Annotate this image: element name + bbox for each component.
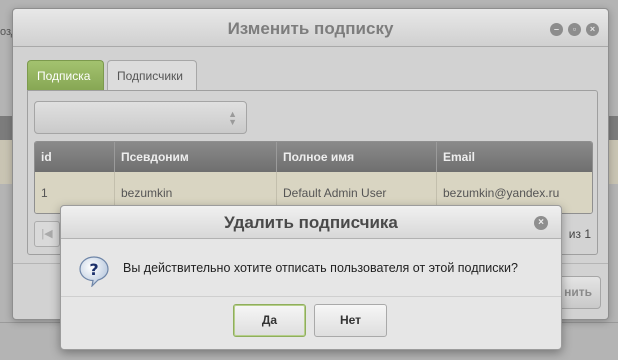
minimize-icon[interactable]: – — [550, 23, 563, 36]
column-header-id[interactable]: id — [35, 142, 115, 172]
pager-info: из 1 — [568, 227, 591, 241]
tab-subscription[interactable]: Подписка — [27, 60, 104, 91]
dialog-title: Удалить подписчика — [224, 213, 398, 232]
close-icon[interactable]: × — [534, 216, 548, 230]
column-header-email[interactable]: Email — [437, 142, 592, 172]
grid-header: id Псевдоним Полное имя Email — [35, 142, 592, 172]
question-icon: ? — [79, 256, 109, 287]
svg-text:?: ? — [89, 260, 98, 279]
dialog-divider — [61, 296, 561, 297]
no-button[interactable]: Нет — [314, 304, 387, 337]
dialog-titlebar[interactable]: Удалить подписчика × — [61, 206, 561, 239]
delete-subscriber-dialog: Удалить подписчика × ? Вы действительно … — [60, 205, 562, 350]
close-icon[interactable]: × — [586, 23, 599, 36]
window-titlebar[interactable]: Изменить подписку – ▫ × — [13, 9, 608, 47]
column-header-fullname[interactable]: Полное имя — [277, 142, 437, 172]
column-header-nickname[interactable]: Псевдоним — [115, 142, 277, 172]
window-title: Изменить подписку — [227, 19, 394, 38]
background-grid-header-left — [0, 116, 12, 140]
user-select[interactable]: ▲ ▼ — [34, 101, 247, 134]
tab-subscribers[interactable]: Подписчики — [107, 60, 197, 91]
dialog-message: Вы действительно хотите отписать пользов… — [123, 261, 518, 275]
background-grid-row-left — [0, 140, 12, 184]
yes-button[interactable]: Да — [233, 304, 306, 337]
select-arrows-icon: ▲ ▼ — [228, 109, 237, 127]
first-page-icon[interactable]: |◀ — [34, 221, 60, 247]
maximize-icon[interactable]: ▫ — [568, 23, 581, 36]
background-text-fragment: озд — [0, 26, 12, 38]
subscribers-grid: id Псевдоним Полное имя Email 1 bezumkin… — [34, 141, 593, 214]
